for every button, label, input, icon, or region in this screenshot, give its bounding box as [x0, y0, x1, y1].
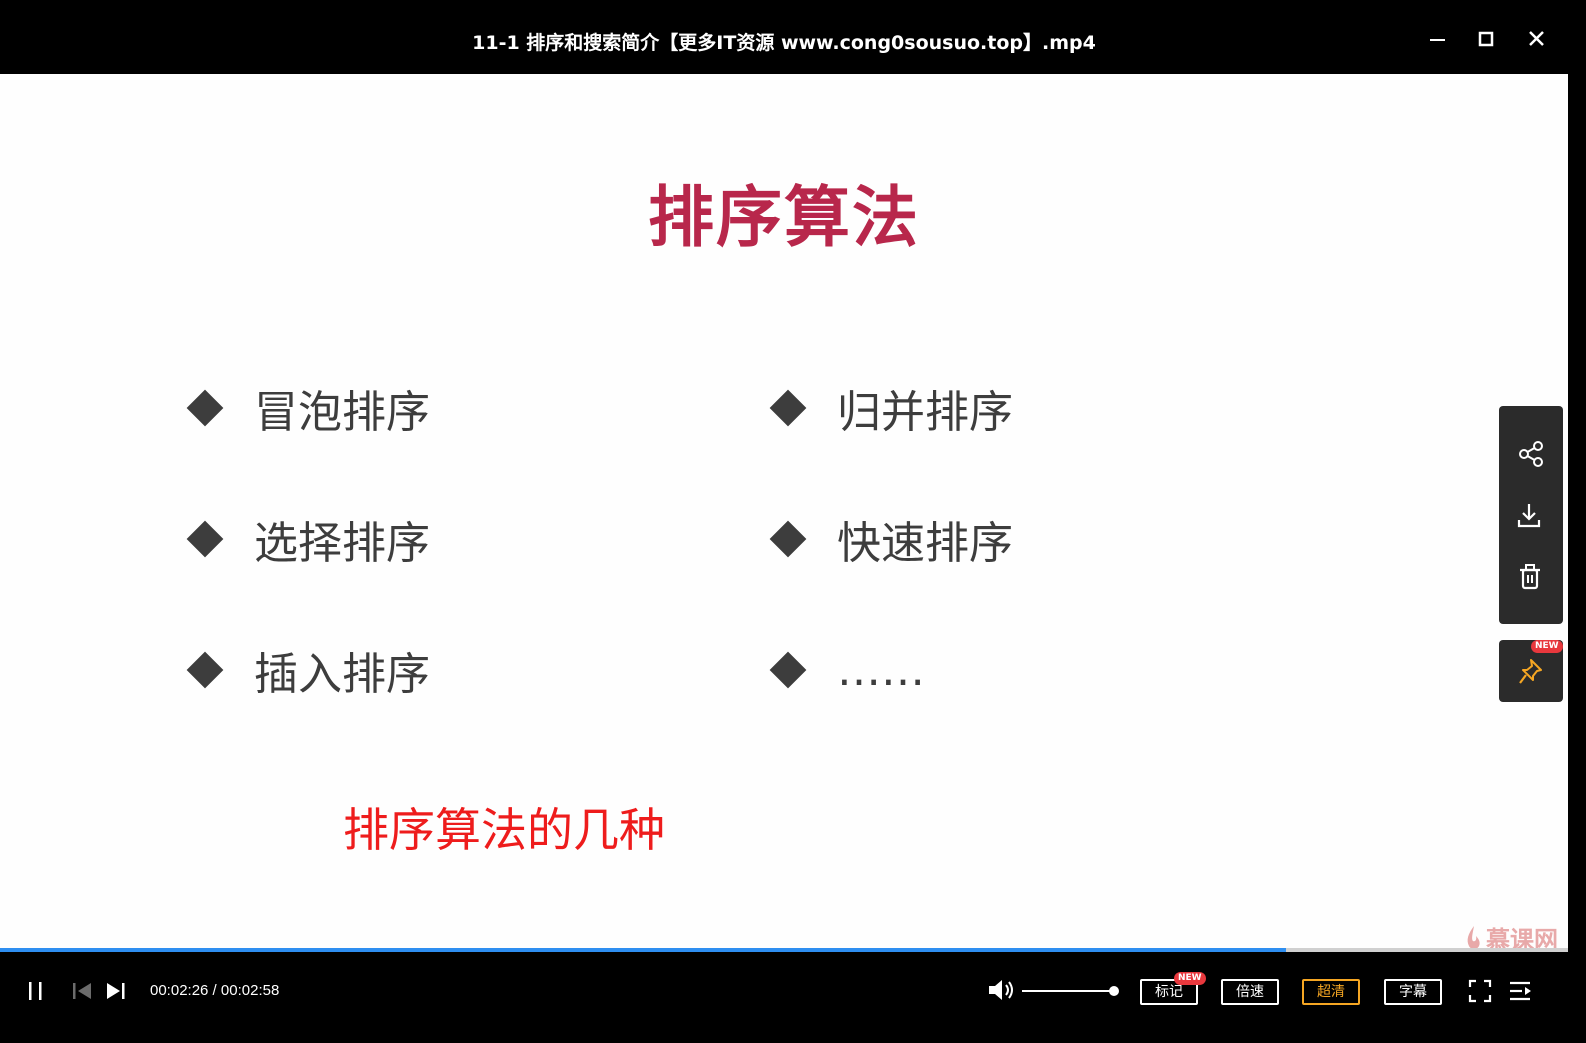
volume-icon [989, 980, 1013, 1000]
bullet-item: 冒泡排序 [186, 378, 430, 438]
maximize-icon [1478, 31, 1494, 47]
download-button[interactable] [1515, 500, 1547, 532]
new-badge: NEW [1531, 640, 1563, 653]
trash-icon [1520, 564, 1540, 590]
mark-new-badge: NEW [1174, 972, 1206, 985]
total-time: 00:02:58 [220, 982, 280, 999]
bullet-item: …… [769, 640, 925, 700]
close-icon [1529, 31, 1544, 46]
time-separator: / [208, 982, 221, 999]
player-controls: 00:02:26 / 00:02:58 标记 NEW 倍速 超清 字幕 [0, 952, 1568, 1031]
fullscreen-icon [1468, 979, 1492, 1003]
minimize-button[interactable] [1417, 22, 1457, 58]
playlist-icon [1510, 981, 1531, 1001]
speed-button[interactable]: 倍速 [1221, 979, 1279, 1005]
previous-icon [73, 983, 91, 999]
close-button[interactable] [1516, 22, 1556, 58]
bullet-item: 快速排序 [769, 509, 1013, 569]
next-button[interactable] [104, 978, 128, 1008]
next-icon [107, 983, 125, 999]
slide-title: 排序算法 [648, 179, 920, 256]
bullet-text: …… [837, 644, 925, 696]
playlist-button[interactable] [1508, 978, 1534, 1008]
quality-button[interactable]: 超清 [1302, 979, 1360, 1005]
subtitle-button[interactable]: 字幕 [1384, 979, 1442, 1005]
video-caption: 排序算法的几种 [343, 803, 665, 857]
bullet-text: 冒泡排序 [254, 387, 430, 438]
diamond-bullet-icon [186, 520, 224, 558]
current-time: 00:02:26 [150, 982, 209, 999]
fullscreen-button[interactable] [1467, 978, 1493, 1008]
volume-knob[interactable] [1109, 986, 1119, 996]
window-title: 11-1 排序和搜索简介【更多IT资源 www.cong0sousuo.top】… [472, 32, 1096, 54]
delete-button[interactable] [1515, 562, 1547, 594]
diamond-bullet-icon [186, 389, 224, 427]
bullet-item: 插入排序 [186, 640, 430, 700]
pause-button[interactable] [24, 978, 48, 1008]
bullet-item: 归并排序 [769, 378, 1013, 438]
bullet-item: 选择排序 [186, 509, 430, 569]
bullet-text: 插入排序 [254, 649, 430, 700]
pin-icon [1519, 659, 1542, 684]
side-toolbar [1499, 406, 1563, 624]
pause-icon [29, 982, 42, 1000]
download-icon [1517, 504, 1541, 528]
share-icon [1519, 441, 1543, 467]
volume-slider[interactable] [1022, 986, 1119, 996]
title-bar: 11-1 排序和搜索简介【更多IT资源 www.cong0sousuo.top】… [0, 0, 1568, 74]
diamond-bullet-icon [769, 651, 807, 689]
time-display: 00:02:26 / 00:02:58 [150, 982, 279, 999]
bullet-text: 归并排序 [837, 387, 1013, 438]
maximize-button[interactable] [1466, 22, 1506, 58]
bullet-text: 快速排序 [837, 518, 1013, 569]
diamond-bullet-icon [769, 389, 807, 427]
bullet-text: 选择排序 [254, 518, 430, 569]
pin-button[interactable] [1515, 656, 1547, 688]
share-button[interactable] [1515, 438, 1547, 470]
video-frame[interactable]: 排序算法 冒泡排序 选择排序 插入排序 归并排序 快速排序 …… 排序算法的几种… [0, 74, 1568, 954]
minimize-icon [1430, 39, 1445, 41]
volume-button[interactable] [986, 976, 1016, 1008]
previous-button[interactable] [70, 978, 94, 1008]
diamond-bullet-icon [186, 651, 224, 689]
diamond-bullet-icon [769, 520, 807, 558]
pin-panel: NEW [1499, 640, 1563, 702]
